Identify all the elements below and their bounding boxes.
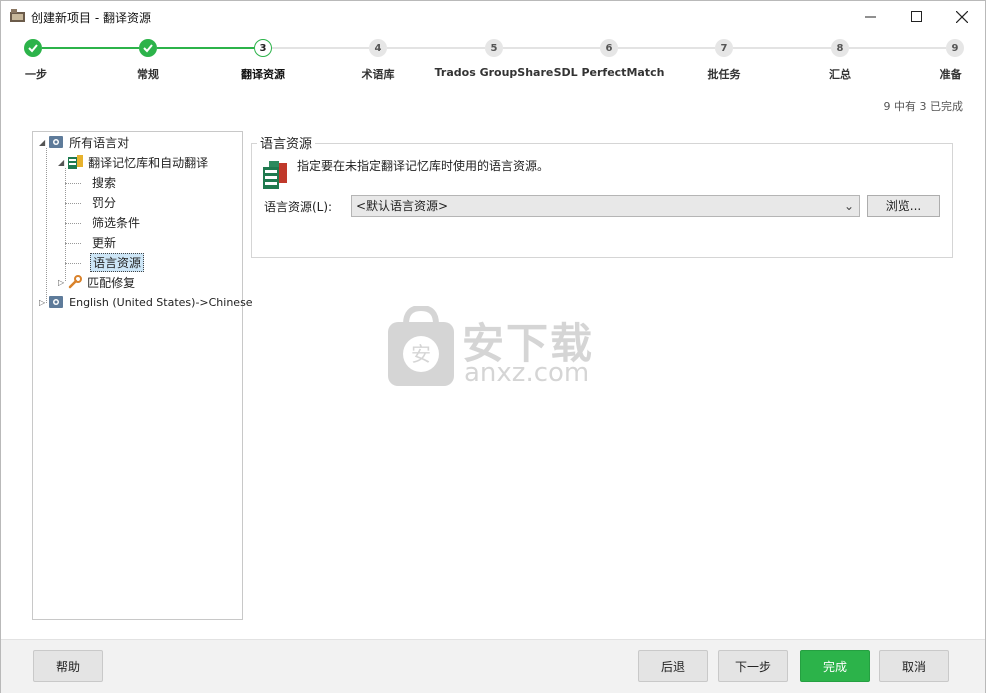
- group-title: 语言资源: [257, 133, 316, 152]
- step-6-indicator[interactable]: 6: [600, 39, 618, 57]
- language-pair-icon: [49, 296, 64, 308]
- step-connector: [733, 47, 831, 49]
- step-connector: [272, 47, 369, 49]
- collapse-arrow-icon[interactable]: ◢: [39, 138, 45, 147]
- step-connector: [849, 47, 946, 49]
- tree-item-search[interactable]: 搜索: [92, 173, 116, 191]
- collapse-arrow-icon[interactable]: ◢: [58, 158, 64, 167]
- description-text: 指定要在未指定翻译记忆库时使用的语言资源。: [297, 159, 550, 173]
- step-7-label: 批任务: [707, 68, 741, 81]
- help-button[interactable]: 帮助: [33, 650, 103, 682]
- watermark-url: anxz.com: [464, 358, 590, 388]
- tree-label: 更新: [92, 235, 117, 250]
- step-3-label: 翻译资源: [241, 68, 285, 81]
- step-2-indicator[interactable]: [139, 39, 157, 57]
- step-7-indicator[interactable]: 7: [715, 39, 733, 57]
- close-button[interactable]: [939, 1, 985, 32]
- back-button[interactable]: 后退: [638, 650, 708, 682]
- expand-arrow-icon[interactable]: ▷: [58, 278, 64, 287]
- finish-button[interactable]: 完成: [800, 650, 870, 682]
- settings-tree[interactable]: ◢ 所有语言对 ◢ 翻译记忆库和自动翻译 搜索 罚分 筛选条件 更新 语言资源 …: [32, 131, 253, 620]
- next-button[interactable]: 下一步: [718, 650, 788, 682]
- wrench-icon: [68, 275, 83, 289]
- watermark-bag-icon: 安: [388, 306, 454, 386]
- step-connector: [157, 47, 254, 49]
- language-resource-label: 语言资源(L):: [264, 200, 333, 214]
- checkmark-icon: [143, 44, 153, 53]
- close-icon: [956, 10, 968, 23]
- dialog-footer: 帮助 后退 下一步 完成 取消: [1, 639, 985, 693]
- browse-button[interactable]: 浏览...: [867, 195, 940, 217]
- tree-label: 筛选条件: [92, 215, 141, 230]
- step-4-label: 术语库: [361, 68, 395, 81]
- maximize-icon: [910, 11, 922, 22]
- tree-label: 罚分: [92, 195, 117, 210]
- watermark: 安 安下载 anxz.com: [386, 306, 601, 388]
- language-resources-icon: [263, 161, 287, 189]
- window-title: 创建新项目 - 翻译资源: [31, 11, 151, 25]
- title-bar: 创建新项目 - 翻译资源: [1, 1, 985, 32]
- dialog-window: 创建新项目 - 翻译资源 一步 常规 3 翻译资源 4 术语库 5 Trados GroupS…: [0, 0, 986, 693]
- select-value: <默认语言资源>: [356, 199, 449, 213]
- tree-label: 搜索: [92, 175, 117, 190]
- expand-arrow-icon[interactable]: ▷: [39, 298, 45, 307]
- wizard-stepper: 一步 常规 3 翻译资源 4 术语库 5 Trados GroupShare 6 SDL Perf…: [1, 32, 985, 92]
- step-1-label: 一步: [25, 68, 47, 81]
- tree-node-language-pair[interactable]: ▷ English (United States)->Chinese: [39, 293, 253, 311]
- step-connector: [42, 47, 139, 49]
- tree-node-match-repair[interactable]: ▷ 匹配修复: [58, 273, 135, 291]
- step-8-label: 汇总: [829, 68, 851, 81]
- checkmark-icon: [28, 44, 38, 53]
- tree-item-penalties[interactable]: 罚分: [92, 193, 116, 211]
- tree-item-language-resources[interactable]: 语言资源: [90, 252, 145, 272]
- tree-item-update[interactable]: 更新: [92, 233, 116, 251]
- progress-text: 9 中有 3 已完成: [883, 100, 964, 113]
- tree-label: 所有语言对: [69, 135, 130, 150]
- step-8-indicator[interactable]: 8: [831, 39, 849, 57]
- step-5-label: Trados GroupShare: [434, 66, 554, 79]
- minimize-button[interactable]: [847, 1, 893, 32]
- step-5-indicator[interactable]: 5: [485, 39, 503, 57]
- tree-label-selected: 语言资源: [90, 252, 145, 272]
- step-9-label: 准备: [939, 68, 962, 81]
- chevron-down-icon: ⌄: [843, 199, 854, 213]
- language-resource-select[interactable]: <默认语言资源> ⌄: [351, 195, 860, 217]
- step-connector: [503, 47, 600, 49]
- step-9-indicator[interactable]: 9: [946, 39, 964, 57]
- tree-item-filters[interactable]: 筛选条件: [92, 213, 140, 231]
- tree-node-all-language-pairs[interactable]: ◢ 所有语言对: [39, 133, 129, 151]
- language-pair-icon: [49, 136, 64, 148]
- project-folder-icon: [10, 9, 25, 22]
- tree-node-tm[interactable]: ◢ 翻译记忆库和自动翻译: [58, 153, 208, 171]
- minimize-icon: [864, 16, 876, 18]
- step-6-label: SDL PerfectMatch: [553, 66, 665, 79]
- cancel-button[interactable]: 取消: [879, 650, 949, 682]
- tree-label: 匹配修复: [87, 275, 136, 290]
- step-1-indicator[interactable]: [24, 39, 42, 57]
- step-connector: [618, 47, 715, 49]
- step-connector: [387, 47, 485, 49]
- tm-database-icon: [68, 155, 84, 169]
- step-4-indicator[interactable]: 4: [369, 39, 387, 57]
- maximize-button[interactable]: [893, 1, 939, 32]
- step-2-label: 常规: [137, 68, 159, 81]
- tree-label: 翻译记忆库和自动翻译: [88, 155, 209, 170]
- svg-text:安: 安: [411, 342, 431, 366]
- step-3-indicator[interactable]: 3: [254, 39, 272, 57]
- tree-label: English (United States)->Chinese: [69, 295, 253, 309]
